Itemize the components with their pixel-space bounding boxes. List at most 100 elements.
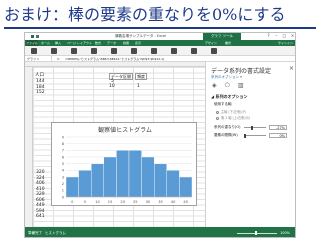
histogram-bar[interactable] xyxy=(78,170,92,198)
radio-icon[interactable] xyxy=(216,116,219,120)
data-cell[interactable]: 406 xyxy=(36,181,45,186)
table-cell[interactable]: 10 xyxy=(109,84,115,89)
y-tick-label: 5 xyxy=(62,162,64,166)
title-underline xyxy=(4,27,316,29)
zoom-level[interactable]: 100% xyxy=(280,227,290,237)
histogram-bar[interactable] xyxy=(65,176,79,198)
data-cell[interactable]: 152 xyxy=(36,90,45,95)
radio-primary-label: 主軸 (下/左側)(P) xyxy=(221,110,246,114)
chart-styles-icon[interactable] xyxy=(171,48,177,54)
ribbon-toolbar xyxy=(25,46,295,56)
y-tick-label: 7 xyxy=(62,149,64,153)
overlap-label: 系列の重なり(O) xyxy=(214,125,241,129)
title-bar: 講義会場サンプルデータ - Excel グラフ ツール ? – □ × xyxy=(25,33,295,40)
close-icon[interactable]: × xyxy=(290,34,295,38)
data-cell[interactable]: 410 xyxy=(36,187,45,192)
y-tick-label: 0 xyxy=(62,195,65,199)
change-chart-type-icon[interactable] xyxy=(191,48,197,54)
x-tick-label: 20 xyxy=(120,200,125,204)
gap-input[interactable]: 0% xyxy=(269,132,287,138)
histogram-chart[interactable]: 観察値ヒストグラム 0 1 2 3 4 5 6 7 8 9 0 5 10 15 20 25 30 35 40 45 xyxy=(51,122,197,206)
gap-slider[interactable] xyxy=(244,135,266,136)
histogram-bar[interactable] xyxy=(103,156,117,198)
data-cell[interactable]: 184 xyxy=(36,85,45,90)
chart-svg: 観察値ヒストグラム01234567890 5 10 15 20 25 30 35 40 45 xyxy=(62,126,193,204)
y-tick-label: 6 xyxy=(62,155,65,159)
help-icon[interactable]: ? xyxy=(266,34,271,38)
paste-icon[interactable] xyxy=(31,48,37,54)
x-tick-label: 35 xyxy=(158,200,163,204)
radio-secondary-axis[interactable]: 第 2 軸 (上/右側)(S) xyxy=(216,115,250,120)
window-controls: ? – □ × xyxy=(266,34,295,38)
overlap-row: 系列の重なり(O) -27% xyxy=(214,124,294,130)
save-icon[interactable] xyxy=(36,35,39,38)
effects-icon[interactable]: ⬠ xyxy=(225,82,230,89)
font-icon[interactable] xyxy=(51,48,57,54)
zoom-slider-knob[interactable] xyxy=(255,231,257,235)
data-cell[interactable]: 606 xyxy=(36,198,45,203)
histogram-bar[interactable] xyxy=(128,150,142,198)
x-tick-label: 10 xyxy=(95,200,100,204)
y-tick-label: 1 xyxy=(62,189,64,193)
excel-window: 講義会場サンプルデータ - Excel グラフ ツール ? – □ × ファイル… xyxy=(24,32,296,238)
y-tick-label: 2 xyxy=(62,182,64,186)
gap-row: 要素の間隔(W) 0% xyxy=(214,132,294,138)
table-cell[interactable]: 1 xyxy=(137,84,140,89)
radio-icon[interactable] xyxy=(216,110,219,114)
radio-secondary-label: 第 2 軸 (上/右側)(S) xyxy=(221,116,251,120)
y-tick-label: 3 xyxy=(62,175,64,179)
zoom-slider[interactable] xyxy=(237,232,277,234)
histogram-bar[interactable] xyxy=(141,156,155,198)
data-cell[interactable]: 641 xyxy=(36,214,45,219)
histogram-bar[interactable] xyxy=(179,176,193,198)
x-tick-label: 45 xyxy=(183,200,188,204)
series-options-dropdown[interactable]: 系列のオプション ▾ xyxy=(211,75,242,80)
y-tick-label: 8 xyxy=(62,142,65,146)
chart-tools-tab[interactable]: グラフ ツール xyxy=(203,33,241,40)
chart-title: 観察値ヒストグラム xyxy=(98,126,152,134)
select-data-icon[interactable] xyxy=(211,48,217,54)
worksheet[interactable]: 人口 データ区間 頻度 5 10 1 観察値ヒストグラム 0 1 2 3 4 5 6 7 8 9 0 5… xyxy=(25,62,205,227)
x-tick-label: 40 xyxy=(171,200,176,204)
pane-close-icon[interactable]: × xyxy=(289,65,294,72)
histogram-bar[interactable] xyxy=(166,170,180,198)
histogram-bar[interactable] xyxy=(91,163,105,198)
histogram-bar[interactable] xyxy=(153,163,167,198)
cell-label[interactable]: 人口 xyxy=(35,73,44,78)
y-tick-label: 9 xyxy=(62,135,65,139)
window-title: 講義会場サンプルデータ - Excel xyxy=(115,34,167,38)
data-cell[interactable]: 144 xyxy=(36,79,45,84)
series-options-section[interactable]: ◢ 系列のオプション xyxy=(211,94,247,100)
overlap-input[interactable]: -27% xyxy=(269,124,287,130)
x-tick-label: 0 xyxy=(71,200,74,204)
data-cell[interactable]: 320 xyxy=(36,170,45,175)
histogram-bar[interactable] xyxy=(116,150,130,198)
cells-icon[interactable] xyxy=(131,48,137,54)
x-tick-label: 5 xyxy=(84,200,86,204)
overlap-slider[interactable] xyxy=(244,127,266,128)
data-cell[interactable]: 329 xyxy=(36,192,45,197)
data-cell[interactable]: 594 xyxy=(36,209,45,214)
excel-logo-icon xyxy=(31,35,34,38)
styles-icon[interactable] xyxy=(111,48,117,54)
chart-elements-icon[interactable] xyxy=(151,48,157,54)
fill-line-icon[interactable]: ◈ xyxy=(212,82,217,89)
slide-title: おまけ：棒の要素の重なりを0%にする xyxy=(4,5,286,24)
maximize-icon[interactable]: □ xyxy=(282,34,287,38)
x-tick-label: 25 xyxy=(133,200,138,204)
data-cell[interactable]: 324 xyxy=(36,176,45,181)
radio-primary-axis[interactable]: 主軸 (下/左側)(P) xyxy=(216,109,246,114)
axis-label: 使用する軸 xyxy=(214,102,232,106)
gap-slider-knob[interactable] xyxy=(244,133,246,138)
series-options-icon[interactable]: ▥ xyxy=(238,82,244,89)
number-format-icon[interactable] xyxy=(91,48,97,54)
format-series-pane: データ系列の書式設定 × 系列のオプション ▾ ◈ ⬠ ▥ ◢ 系列のオプション… xyxy=(205,62,295,227)
minimize-icon[interactable]: – xyxy=(274,34,279,38)
x-tick-label: 30 xyxy=(146,200,151,204)
sheet-tab[interactable]: ヒストグラム xyxy=(45,227,66,237)
align-icon[interactable] xyxy=(71,48,77,54)
table-header-freq[interactable]: 頻度 xyxy=(135,73,147,80)
gap-label: 要素の間隔(W) xyxy=(214,133,238,137)
data-cell[interactable]: 449 xyxy=(36,203,45,208)
overlap-slider-knob[interactable] xyxy=(251,125,253,130)
